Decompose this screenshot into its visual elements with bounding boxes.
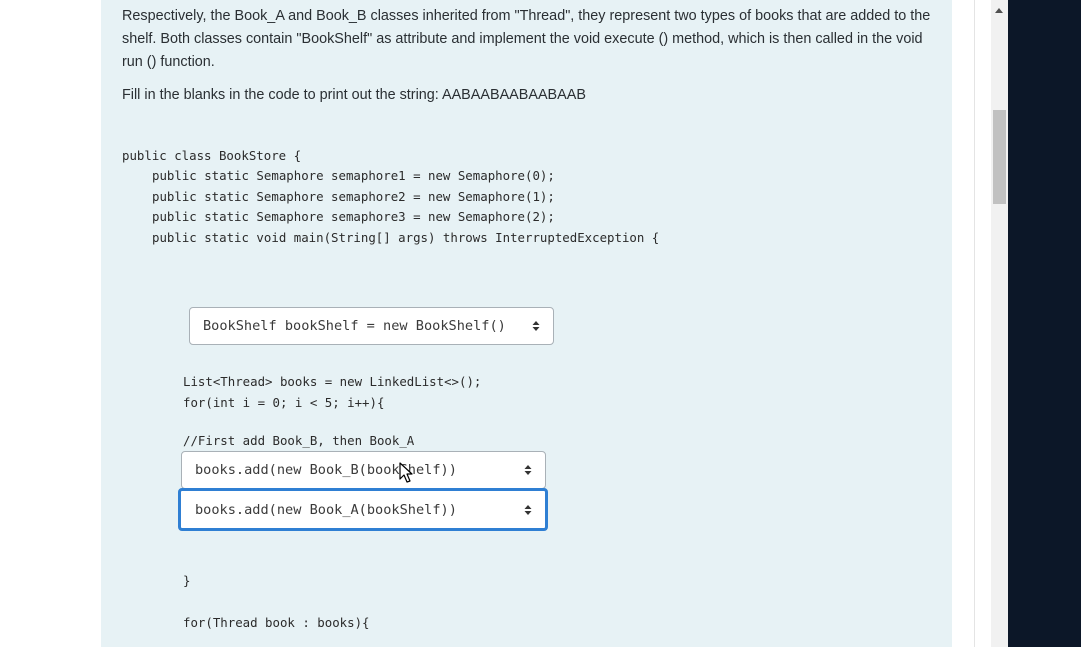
- bookshelf-select[interactable]: BookShelf bookShelf = new BookShelf(): [189, 307, 554, 345]
- add-book-b-select[interactable]: books.add(new Book_B(bookShelf)): [181, 451, 546, 489]
- desktop-background: [1008, 0, 1081, 647]
- bookshelf-select-value: BookShelf bookShelf = new BookShelf(): [203, 318, 506, 334]
- add-book-a-select[interactable]: books.add(new Book_A(bookShelf)): [178, 488, 548, 531]
- code-comment: //First add Book_B, then Book_A: [183, 433, 415, 448]
- code-class-declaration: public class BookStore {: [122, 148, 302, 163]
- code-close-brace: }: [183, 573, 191, 588]
- vertical-scrollbar[interactable]: [991, 0, 1008, 647]
- select-arrows-icon: [524, 504, 532, 515]
- code-main-method: public static void main(String[] args) t…: [152, 230, 660, 245]
- scrollbar-thumb[interactable]: [993, 110, 1006, 204]
- question-instruction: Fill in the blanks in the code to print …: [122, 87, 586, 103]
- code-semaphore2: public static Semaphore semaphore2 = new…: [152, 189, 555, 204]
- code-for-each: for(Thread book : books){: [183, 615, 370, 630]
- scroll-up-arrow-icon[interactable]: [995, 8, 1003, 13]
- page-gutter: [974, 0, 992, 647]
- code-semaphore1: public static Semaphore semaphore1 = new…: [152, 168, 555, 183]
- code-for-loop: for(int i = 0; i < 5; i++){: [183, 395, 385, 410]
- mouse-pointer-icon: [399, 462, 413, 483]
- add-book-a-select-value: books.add(new Book_A(bookShelf)): [195, 501, 457, 518]
- code-list-declaration: List<Thread> books = new LinkedList<>();: [183, 374, 482, 389]
- select-arrows-icon: [524, 465, 532, 475]
- code-semaphore3: public static Semaphore semaphore3 = new…: [152, 209, 555, 224]
- add-book-b-select-value: books.add(new Book_B(bookShelf)): [195, 462, 457, 478]
- question-description: Respectively, the Book_A and Book_B clas…: [122, 8, 931, 70]
- select-arrows-icon: [532, 321, 540, 331]
